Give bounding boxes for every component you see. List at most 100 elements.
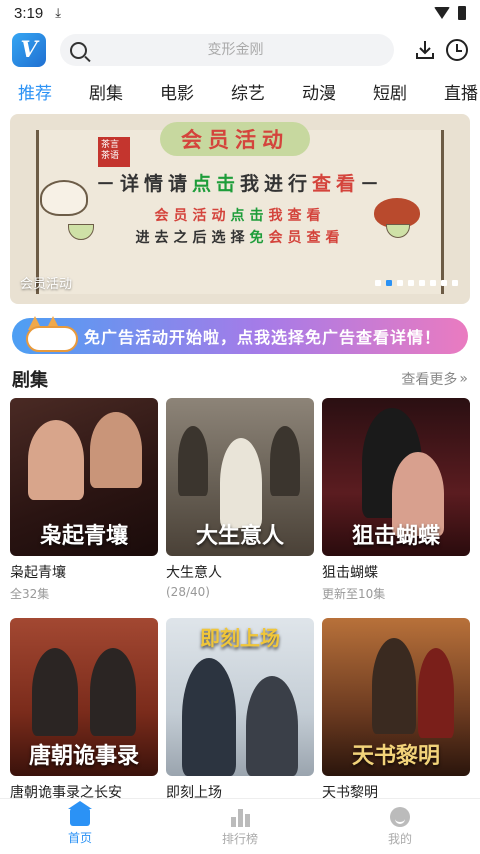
search-input[interactable]	[87, 42, 384, 58]
tab-live[interactable]: 直播	[444, 79, 478, 104]
poster-title: 狙击蝴蝶	[351, 523, 440, 549]
poster-image: 天书黎明	[322, 618, 470, 776]
series-card[interactable]: 狙击蝴蝶 狙击蝴蝶 更新至10集	[322, 398, 470, 618]
logo-letter: V	[20, 37, 38, 63]
app-logo[interactable]: V	[12, 33, 46, 67]
tab-movies[interactable]: 电影	[160, 79, 194, 104]
nav-home[interactable]: 首页	[0, 799, 160, 854]
search-bar[interactable]	[60, 34, 394, 66]
card-episode-info: 全32集	[10, 587, 50, 601]
card-episode-info: 更新至10集	[322, 587, 386, 601]
banner-title: 会员活动	[181, 127, 289, 152]
header-actions	[414, 39, 468, 61]
poster-title: 大生意人	[195, 523, 284, 549]
carousel-dot[interactable]	[430, 280, 436, 286]
tab-series[interactable]: 剧集	[89, 79, 123, 104]
tab-anime[interactable]: 动漫	[302, 79, 336, 104]
status-icons	[434, 6, 466, 20]
poster-figure	[90, 412, 142, 488]
banner-line-1c: 我进行	[239, 173, 312, 195]
poster-figure	[220, 438, 262, 528]
profile-icon	[390, 806, 410, 827]
banner-title-box: 会员活动	[160, 122, 310, 156]
series-card[interactable]: 大生意人 大生意人 (28/40)	[166, 398, 314, 618]
banner-line-1b: 点击	[191, 173, 240, 195]
poster-title: 即刻上场	[200, 626, 280, 650]
status-time: 3:19	[14, 4, 44, 22]
poster-figure	[90, 648, 136, 736]
series-grid: 枭起青壤 枭起青壤 全32集 大生意人 大生意人 (28/40) 狙击蝴蝶 狙击…	[10, 398, 470, 838]
card-title: 狙击蝴蝶	[322, 565, 378, 581]
banner-line-3d: 查看	[306, 230, 345, 246]
banner-seal: 茶言茶语	[98, 137, 130, 167]
banner-carousel[interactable]: 茶言茶语 会员活动 －详情请点击我进行查看－ 会员活动点击我查看 进去之后选择免…	[10, 114, 470, 304]
download-arrow-icon: ⤓	[55, 5, 61, 21]
poster-figure	[246, 676, 298, 776]
poster-title: 唐朝诡事录	[28, 743, 139, 769]
card-title: 大生意人	[166, 565, 222, 581]
download-icon[interactable]	[414, 39, 436, 61]
banner-line-3c: 会员	[268, 230, 307, 246]
carousel-dot[interactable]	[452, 280, 458, 286]
poster-image: 大生意人	[166, 398, 314, 556]
bottom-navigation: 首页 排行榜 我的	[0, 798, 480, 854]
battery-icon	[458, 6, 466, 20]
poster-figure	[182, 658, 236, 776]
ranking-icon	[230, 807, 250, 827]
history-clock-icon[interactable]	[446, 39, 468, 61]
poster-image: 唐朝诡事录	[10, 618, 158, 776]
teapot-illustration	[40, 180, 88, 216]
banner-line-3a: 进去之后选择	[135, 230, 250, 246]
banner-line-1a: －详情请	[95, 173, 192, 195]
double-chevron-right-icon: »	[459, 371, 468, 387]
promo-text: 免广告活动开始啦，点我选择免广告查看详情！	[84, 328, 442, 347]
poster-title: 枭起青壤	[39, 523, 128, 549]
card-title: 枭起青壤	[10, 565, 66, 581]
wifi-icon	[434, 7, 450, 19]
poster-image: 即刻上场	[166, 618, 314, 776]
poster-figure	[32, 648, 78, 736]
tab-variety[interactable]: 综艺	[231, 79, 265, 104]
series-card[interactable]: 枭起青壤 枭起青壤 全32集	[10, 398, 158, 618]
tab-recommend[interactable]: 推荐	[18, 79, 52, 104]
view-more-link[interactable]: 查看更多»	[401, 369, 468, 389]
banner-caption: 会员活动	[20, 277, 73, 292]
banner-line-3b: 免	[249, 230, 269, 246]
poster-figure	[418, 648, 454, 738]
nav-ranking[interactable]: 排行榜	[160, 799, 320, 854]
banner-line-2a: 会员活动	[154, 208, 231, 224]
banner-line-2c: 我查看	[268, 208, 326, 224]
poster-figure	[28, 420, 84, 500]
series-section-header: 剧集 查看更多»	[12, 366, 468, 392]
carousel-dot[interactable]	[397, 280, 403, 286]
poster-image: 狙击蝴蝶	[322, 398, 470, 556]
banner-line-1e: －	[360, 173, 385, 195]
card-episode-info: (28/40)	[166, 585, 210, 599]
ad-free-promo-banner[interactable]: 免广告活动开始啦，点我选择免广告查看详情！	[12, 316, 468, 354]
poster-image: 枭起青壤	[10, 398, 158, 556]
carousel-dot[interactable]	[441, 280, 447, 286]
poster-figure	[178, 426, 208, 496]
poster-title: 天书黎明	[351, 743, 440, 769]
category-tabs: 推荐 剧集 电影 综艺 动漫 短剧 直播	[0, 76, 480, 106]
nav-home-label: 首页	[67, 830, 92, 845]
carousel-dot[interactable]	[408, 280, 414, 286]
carousel-dot[interactable]	[375, 280, 381, 286]
carousel-dots	[375, 280, 458, 286]
cat-mascot-icon	[14, 308, 84, 356]
nav-profile[interactable]: 我的	[320, 799, 480, 854]
section-title: 剧集	[12, 370, 48, 391]
cat-body	[26, 326, 78, 352]
banner-line-1d: 查看	[312, 173, 361, 195]
carousel-dot-active[interactable]	[386, 280, 392, 286]
nav-profile-label: 我的	[387, 831, 412, 846]
carousel-dot[interactable]	[419, 280, 425, 286]
banner-line-2b: 点击	[230, 208, 269, 224]
tab-short-drama[interactable]: 短剧	[373, 79, 407, 104]
status-bar: 3:19 ⤓	[0, 0, 480, 26]
home-icon	[68, 800, 92, 826]
search-icon	[70, 41, 87, 59]
view-more-label: 查看更多	[401, 372, 458, 388]
poster-figure	[372, 638, 416, 734]
nav-ranking-label: 排行榜	[221, 831, 258, 846]
